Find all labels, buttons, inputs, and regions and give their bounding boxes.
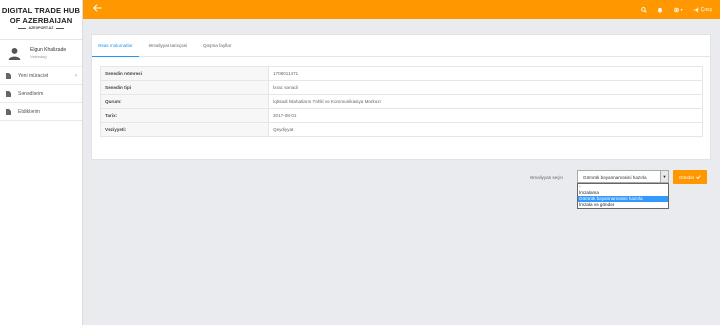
field-value: Qeydiyyat bbox=[268, 122, 703, 137]
field-label: Tarix: bbox=[100, 108, 269, 123]
operation-select-label: Əməliyyatı seçin bbox=[530, 175, 563, 180]
sidebar-item-label: Yeni müraciət bbox=[18, 72, 49, 79]
tab-main-info[interactable]: Əsas məlumatlar bbox=[92, 35, 139, 57]
field-value: İxrac sənədi bbox=[268, 80, 703, 95]
tab-bar: Əsas məlumatlar Əməliyyat tarixçəsi Qoşm… bbox=[92, 35, 710, 57]
tab-operation-history[interactable]: Əməliyyat tarixçəsi bbox=[143, 35, 193, 57]
logout-label: Çıxış bbox=[700, 6, 712, 13]
table-row: Sənədin nömrəsi 1708011471 bbox=[100, 66, 703, 81]
sidebar-item-my-documents[interactable]: Sənədlərim bbox=[0, 85, 82, 103]
logout-button[interactable]: Çıxış bbox=[693, 7, 712, 13]
document-card: Əsas məlumatlar Əməliyyat tarixçəsi Qoşm… bbox=[91, 34, 711, 160]
user-role: Valeedag bbox=[30, 53, 47, 59]
brand-line-2: OF AZERBAIJAN bbox=[9, 15, 73, 25]
table-row: Qurum: İqtisadi İslahatların Təhlil və K… bbox=[100, 94, 703, 109]
language-globe-icon[interactable]: ▾ bbox=[673, 6, 683, 13]
logout-icon bbox=[693, 7, 698, 12]
dropdown-option[interactable]: İmzala və göndər bbox=[578, 202, 668, 208]
search-icon[interactable] bbox=[640, 6, 647, 13]
brand-logo[interactable]: DIGITAL TRADE HUB OF AZERBAIJAN AZEXPORT… bbox=[0, 0, 82, 40]
caret-down-icon: ▾ bbox=[680, 7, 683, 12]
submit-button-label: Göndər bbox=[678, 174, 695, 180]
field-value: İqtisadi İslahatların Təhlil və Kommunik… bbox=[268, 94, 703, 109]
user-name: Elgun Khalizade bbox=[30, 46, 67, 53]
document-info-table: Sənədin nömrəsi 1708011471 Sənədin tipi … bbox=[100, 66, 703, 137]
document-icon bbox=[6, 90, 11, 97]
sidebar-item-label: Etdiklərim bbox=[18, 108, 40, 115]
brand-subtitle: AZEXPORT.AZ bbox=[0, 26, 82, 30]
checkmark-icon bbox=[696, 175, 702, 179]
document-icon bbox=[6, 72, 11, 79]
field-label: Sənədin nömrəsi bbox=[100, 66, 269, 81]
submit-button[interactable]: Göndər bbox=[673, 170, 707, 184]
back-arrow-icon[interactable] bbox=[93, 4, 102, 12]
tab-attachments[interactable]: Qoşma fayllar bbox=[197, 35, 237, 57]
operation-select[interactable]: Gömrük bəyannaməsini hazırla ▼ bbox=[577, 170, 669, 183]
operation-select-value: Gömrük bəyannaməsini hazırla bbox=[583, 174, 647, 180]
bell-icon[interactable] bbox=[657, 7, 663, 13]
document-icon bbox=[6, 108, 11, 115]
avatar-icon bbox=[8, 47, 21, 60]
operation-dropdown-list: - İmzalama Gömrük bəyannaməsini hazırla … bbox=[577, 183, 669, 209]
top-bar: ▾ Çıxış bbox=[83, 0, 720, 19]
sidebar-item-completed[interactable]: Etdiklərim bbox=[0, 103, 82, 121]
field-value: 2017-08-01 bbox=[268, 108, 703, 123]
table-row: Tarix: 2017-08-01 bbox=[100, 108, 703, 123]
chevron-down-icon[interactable]: ▼ bbox=[660, 171, 668, 182]
sidebar-item-new-application[interactable]: Yeni müraciət › bbox=[0, 67, 82, 85]
sidebar: DIGITAL TRADE HUB OF AZERBAIJAN AZEXPORT… bbox=[0, 0, 83, 325]
table-row: Vəziyyəti: Qeydiyyat bbox=[100, 122, 703, 137]
field-value: 1708011471 bbox=[268, 66, 703, 81]
sidebar-item-label: Sənədlərim bbox=[18, 90, 44, 97]
field-label: Qurum: bbox=[100, 94, 269, 109]
field-label: Vəziyyəti: bbox=[100, 122, 269, 137]
table-row: Sənədin tipi İxrac sənədi bbox=[100, 80, 703, 95]
chevron-right-icon: › bbox=[75, 72, 77, 79]
brand-line-1: DIGITAL TRADE HUB bbox=[1, 6, 81, 15]
user-profile[interactable]: Elgun Khalizade Valeedag bbox=[0, 40, 82, 67]
brand-subtitle-text: AZEXPORT.AZ bbox=[28, 26, 54, 30]
field-label: Sənədin tipi bbox=[100, 80, 269, 95]
